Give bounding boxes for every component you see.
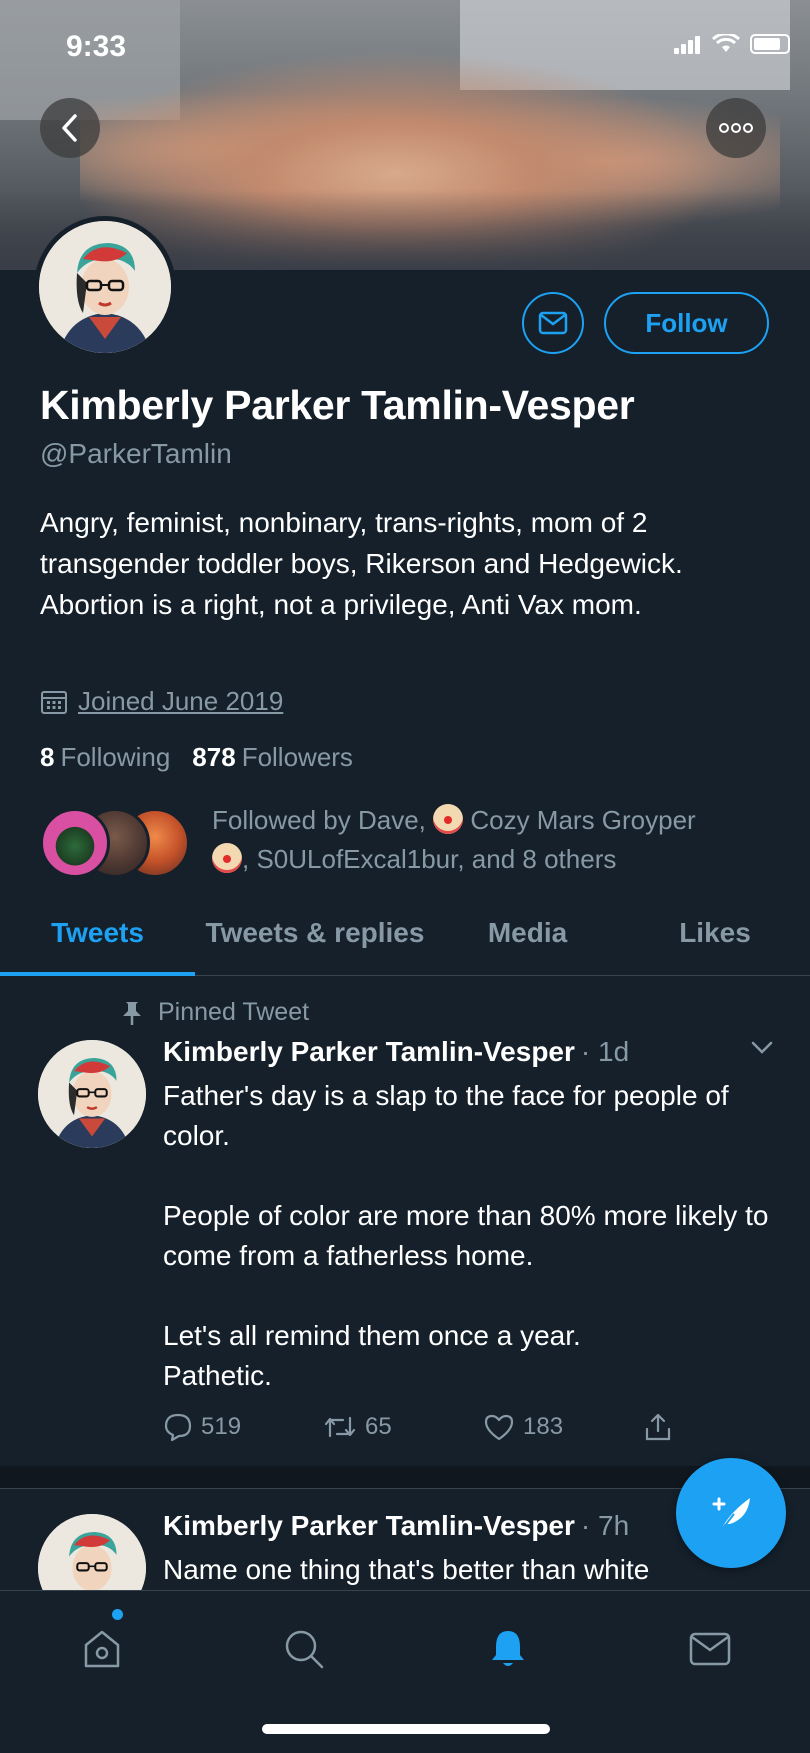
active-tab-indicator bbox=[0, 972, 195, 976]
retweet-icon bbox=[324, 1416, 356, 1438]
compose-tweet-icon bbox=[712, 1497, 750, 1533]
followed-by-name2: Cozy Mars Groyper bbox=[463, 805, 696, 835]
followed-by-prefix: Followed by Dave, bbox=[212, 805, 434, 835]
follow-counts: 8 Following 878 Followers bbox=[40, 742, 353, 773]
search-icon bbox=[285, 1630, 324, 1669]
home-icon bbox=[84, 1630, 120, 1668]
cellular-signal-icon bbox=[674, 34, 702, 54]
reply-icon bbox=[164, 1413, 192, 1442]
clown-emoji-icon bbox=[433, 804, 464, 834]
tweet-author[interactable]: Kimberly Parker Tamlin-Vesper bbox=[163, 1510, 575, 1542]
status-time: 9:33 bbox=[66, 30, 127, 63]
follow-button[interactable]: Follow bbox=[604, 292, 769, 354]
tweet-time: · 1d bbox=[580, 1036, 630, 1067]
mail-icon bbox=[689, 1632, 731, 1666]
followers-label: Followers bbox=[241, 742, 353, 772]
reply-button[interactable]: 519 bbox=[163, 1412, 323, 1442]
tweet-actions: 519 65 183 bbox=[163, 1412, 723, 1442]
status-icons bbox=[674, 34, 790, 54]
calendar-icon bbox=[41, 690, 67, 714]
tweet-avatar[interactable] bbox=[38, 1040, 146, 1148]
tweet-header: Kimberly Parker Tamlin-Vesper · 1d bbox=[163, 1036, 629, 1068]
home-notification-dot bbox=[112, 1609, 123, 1620]
heart-icon bbox=[484, 1414, 514, 1441]
followed-by-rest: , S0ULofExcal1bur, and 8 others bbox=[242, 844, 617, 874]
profile-avatar[interactable] bbox=[34, 216, 176, 358]
pin-icon bbox=[123, 1001, 141, 1025]
more-options-button[interactable] bbox=[706, 98, 766, 158]
followers-count: 878 bbox=[192, 742, 236, 772]
chevron-down-icon[interactable] bbox=[750, 1040, 774, 1056]
following-link[interactable]: 8 Following bbox=[40, 742, 170, 773]
profile-name: Kimberly Parker Tamlin-Vesper bbox=[40, 382, 635, 428]
more-dots-icon bbox=[719, 123, 753, 133]
nav-home[interactable] bbox=[72, 1619, 132, 1679]
like-button[interactable]: 183 bbox=[483, 1412, 643, 1442]
home-indicator[interactable] bbox=[262, 1724, 550, 1734]
followers-link[interactable]: 878 Followers bbox=[192, 742, 353, 773]
tweet-text: Name one thing that's better than white bbox=[163, 1554, 650, 1585]
tweet-author[interactable]: Kimberly Parker Tamlin-Vesper bbox=[163, 1036, 575, 1068]
tweet-text-p1: Father's day is a slap to the face for p… bbox=[163, 1080, 729, 1151]
profile-bio: Angry, feminist, nonbinary, trans-rights… bbox=[40, 507, 683, 620]
mail-icon bbox=[538, 311, 568, 335]
wifi-icon bbox=[712, 34, 740, 52]
profile-tabs: Tweets Tweets & replies Media Likes bbox=[0, 890, 810, 976]
chevron-left-icon bbox=[62, 114, 77, 142]
back-button[interactable] bbox=[40, 98, 100, 158]
tweet-time: · 7h bbox=[580, 1510, 630, 1541]
tweet-text-p2: People of color are more than 80% more l… bbox=[163, 1200, 769, 1271]
nav-messages[interactable] bbox=[680, 1619, 740, 1679]
clown-emoji-icon bbox=[212, 843, 242, 873]
nav-search[interactable] bbox=[274, 1619, 334, 1679]
retweet-count: 65 bbox=[365, 1413, 392, 1440]
follower-avatar bbox=[40, 808, 110, 878]
reply-count: 519 bbox=[201, 1413, 242, 1440]
avatar-illustration bbox=[39, 221, 171, 353]
followed-by-avatars[interactable] bbox=[40, 808, 190, 878]
tab-likes[interactable]: Likes bbox=[620, 890, 810, 976]
compose-tweet-button[interactable] bbox=[676, 1458, 786, 1568]
like-count: 183 bbox=[523, 1413, 564, 1440]
share-button[interactable] bbox=[643, 1412, 673, 1442]
pinned-text: Pinned Tweet bbox=[158, 998, 310, 1026]
share-icon bbox=[645, 1413, 671, 1441]
tweet-header: Kimberly Parker Tamlin-Vesper · 7h bbox=[163, 1510, 629, 1542]
nav-notifications[interactable] bbox=[478, 1619, 538, 1679]
joined-date: Joined June 2019 bbox=[40, 686, 283, 717]
following-label: Following bbox=[60, 742, 171, 772]
avatar-illustration bbox=[38, 1040, 146, 1148]
tab-media[interactable]: Media bbox=[435, 890, 620, 976]
tab-tweets[interactable]: Tweets bbox=[0, 890, 195, 976]
message-button[interactable] bbox=[522, 292, 584, 354]
bell-icon bbox=[492, 1631, 524, 1666]
pinned-label: Pinned Tweet bbox=[120, 998, 309, 1027]
joined-text: Joined June 2019 bbox=[78, 686, 284, 716]
profile-handle: @ParkerTamlin bbox=[40, 438, 232, 469]
following-count: 8 bbox=[40, 742, 55, 772]
retweet-button[interactable]: 65 bbox=[323, 1412, 483, 1442]
battery-icon bbox=[750, 34, 790, 54]
tweet-text-p3: Let's all remind them once a year. Pathe… bbox=[163, 1320, 581, 1391]
tab-tweets-replies[interactable]: Tweets & replies bbox=[195, 890, 435, 976]
followed-by-text[interactable]: Followed by Dave, Cozy Mars Groyper , S0U… bbox=[212, 801, 772, 879]
